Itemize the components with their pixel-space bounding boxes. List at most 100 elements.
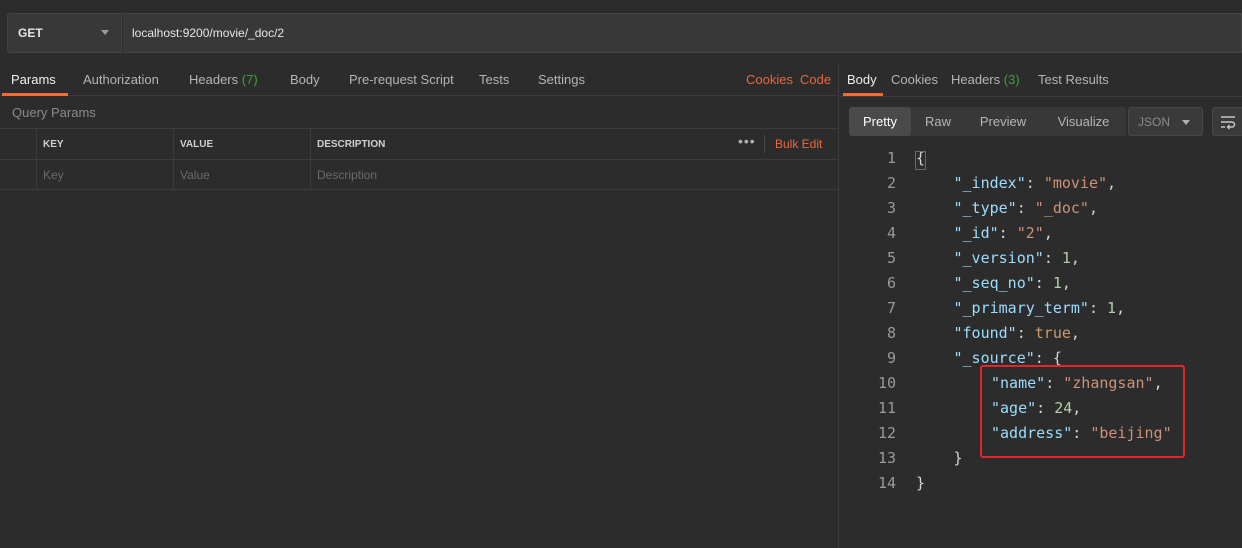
row-handle: [0, 160, 36, 190]
view-raw-button[interactable]: Raw: [911, 107, 965, 136]
code-token: ,: [1070, 324, 1080, 342]
code-token: 1: [1052, 274, 1062, 292]
tab-response-body[interactable]: Body: [847, 72, 877, 87]
code-line: 1{: [839, 146, 1242, 171]
view-mode-group: Pretty Raw Preview Visualize: [849, 107, 1126, 136]
key-column-header: KEY: [36, 129, 173, 159]
code-token: :: [1088, 299, 1108, 317]
tab-authorization[interactable]: Authorization: [83, 72, 159, 87]
line-number: 10: [877, 374, 896, 392]
code-line: 7 "_primary_term": 1,: [839, 296, 1242, 321]
wrap-lines-icon: [1221, 116, 1236, 130]
tab-params[interactable]: Params: [11, 72, 56, 87]
code-token: true: [1034, 324, 1071, 342]
code-text: "_index": "movie",: [954, 171, 1117, 196]
url-text: localhost:9200/movie/_doc/2: [132, 26, 285, 40]
code-text: "_primary_term": 1,: [954, 296, 1126, 321]
format-select[interactable]: JSON: [1128, 107, 1203, 136]
line-number: 9: [886, 349, 896, 367]
code-token: ,: [1061, 274, 1071, 292]
bulk-edit-button[interactable]: Bulk Edit: [775, 137, 822, 151]
url-input[interactable]: localhost:9200/movie/_doc/2: [122, 13, 1242, 53]
response-headers-count: (3): [1003, 72, 1020, 87]
code-text: }: [916, 471, 925, 496]
description-column-header: DESCRIPTION: [310, 129, 730, 159]
code-token: :: [1016, 324, 1035, 342]
code-token: "_type": [953, 199, 1017, 217]
code-token: :: [1034, 274, 1053, 292]
line-number: 1: [886, 149, 896, 167]
line-number: 4: [886, 224, 896, 242]
code-text: "_type": "_doc",: [954, 196, 1099, 221]
line-number: 12: [877, 424, 896, 442]
code-token: ,: [1043, 224, 1053, 242]
line-number: 2: [886, 174, 896, 192]
code-token: :: [1043, 249, 1062, 267]
tab-body[interactable]: Body: [290, 72, 320, 87]
tab-response-cookies[interactable]: Cookies: [891, 72, 938, 87]
request-tabs: Params Authorization Headers (7) Body Pr…: [0, 64, 838, 96]
code-token: "_primary_term": [953, 299, 1089, 317]
code-token: "_index": [953, 174, 1026, 192]
tab-response-headers[interactable]: Headers (3): [951, 72, 1020, 87]
code-token: "_doc": [1034, 199, 1089, 217]
request-bar: GET localhost:9200/movie/_doc/2: [0, 0, 1242, 64]
tab-tests[interactable]: Tests: [479, 72, 509, 87]
view-visualize-button[interactable]: Visualize: [1041, 107, 1126, 136]
more-options-icon[interactable]: •••: [738, 133, 756, 149]
code-line: 6 "_seq_no": 1,: [839, 271, 1242, 296]
divider: [839, 96, 1242, 97]
line-number: 11: [877, 399, 896, 417]
method-label: GET: [18, 26, 43, 40]
code-token: ,: [1070, 249, 1080, 267]
tab-settings[interactable]: Settings: [538, 72, 585, 87]
active-tab-indicator: [2, 93, 68, 96]
params-table: KEY VALUE DESCRIPTION ••• Bulk Edit Key …: [0, 128, 838, 191]
highlight-box: [980, 365, 1185, 458]
response-pane: Body Cookies Headers (3) Test Results Pr…: [839, 64, 1242, 548]
code-token: "_version": [953, 249, 1044, 267]
line-number: 5: [886, 249, 896, 267]
code-line: 2 "_index": "movie",: [839, 171, 1242, 196]
cookies-link[interactable]: Cookies: [746, 72, 793, 87]
code-line: 3 "_type": "_doc",: [839, 196, 1242, 221]
code-token: "found": [953, 324, 1017, 342]
line-number: 14: [877, 474, 896, 492]
code-link[interactable]: Code: [800, 72, 831, 87]
method-select[interactable]: GET: [7, 13, 122, 53]
line-number: 3: [886, 199, 896, 217]
query-params-title: Query Params: [12, 105, 96, 120]
view-pretty-button[interactable]: Pretty: [849, 107, 911, 136]
code-text: "_seq_no": 1,: [954, 271, 1071, 296]
line-number: 13: [877, 449, 896, 467]
code-token: "_seq_no": [953, 274, 1035, 292]
line-number: 6: [886, 274, 896, 292]
value-column-header: VALUE: [173, 129, 310, 159]
chevron-down-icon: [101, 30, 109, 35]
wrap-lines-button[interactable]: [1212, 107, 1242, 136]
code-text: }: [954, 446, 963, 471]
code-line: 14}: [839, 471, 1242, 496]
code-text: "_version": 1,: [954, 246, 1080, 271]
view-preview-button[interactable]: Preview: [965, 107, 1041, 136]
code-token: "movie": [1043, 174, 1108, 192]
tab-test-results[interactable]: Test Results: [1038, 72, 1109, 87]
line-number: 8: [886, 324, 896, 342]
value-input[interactable]: Value: [173, 160, 310, 190]
request-pane: Params Authorization Headers (7) Body Pr…: [0, 64, 838, 548]
divider: [764, 135, 765, 153]
description-input[interactable]: Description: [310, 160, 838, 190]
chevron-down-icon: [1182, 120, 1190, 125]
tab-headers[interactable]: Headers (7): [189, 72, 258, 87]
code-line: 8 "found": true,: [839, 321, 1242, 346]
code-token: ,: [1088, 199, 1098, 217]
line-number: 7: [886, 299, 896, 317]
code-token: ,: [1107, 174, 1117, 192]
code-token: "_id": [953, 224, 999, 242]
code-token: }: [916, 474, 926, 492]
tab-pre-request-script[interactable]: Pre-request Script: [349, 72, 454, 87]
key-input[interactable]: Key: [36, 160, 173, 190]
code-token: }: [953, 449, 963, 467]
brace-match-highlight: [915, 151, 926, 170]
code-line: 4 "_id": "2",: [839, 221, 1242, 246]
